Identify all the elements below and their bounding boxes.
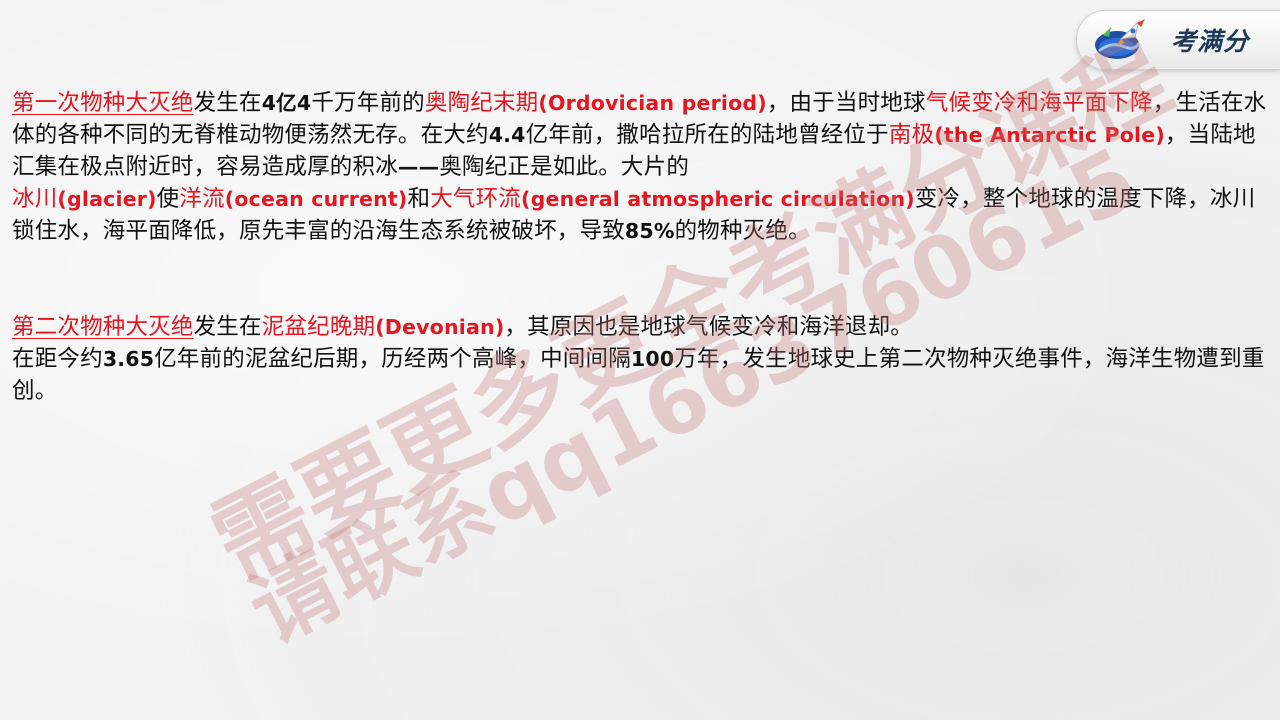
text-span: 使 [156,186,180,212]
term-glacier-en: (glacier) [57,187,157,211]
heading-second-extinction: 第二次物种大灭绝 [12,314,194,340]
text-span: 亿年前的泥盆纪后期，历经两个高峰，中间间隔 [154,346,631,372]
text-span: 奥陶纪正是如此。大片的 [439,154,690,180]
term-devonian: 泥盆纪晚期 [261,314,376,340]
text-span: 亿年前，撒哈拉所在的陆地曾经位于 [525,122,889,148]
dash-span: —— [397,155,440,179]
text-span: 发生在 [193,90,262,116]
term-glacier: 冰川 [12,186,58,212]
number-span: 4.4 [488,123,526,147]
brand-name: 考满分 [1171,27,1250,56]
text-span: 和 [407,186,431,212]
term-south-pole: 南极 [888,122,935,148]
brand-logo: 考满分 [1076,10,1280,70]
number-span: 100 [630,347,675,371]
paragraph-second-extinction: 第二次物种大灭绝发生在泥盆纪晚期(Devonian)，其原因也是地球气候变冷和海… [12,311,1274,407]
term-ordovician-en: (Ordovician period) [538,91,767,115]
text-span: ，由于当时地球 [766,90,926,116]
term-devonian-en: (Devonian) [375,315,505,339]
number-span: 85% [624,219,675,243]
heading-first-extinction: 第一次物种大灭绝 [12,90,194,116]
term-atmospheric-circulation: 大气环流 [430,186,522,212]
term-atmospheric-circulation-en: (general atmospheric circulation) [521,187,915,211]
text-span: 发生在 [193,314,262,340]
term-ocean-current: 洋流 [179,186,225,212]
text-span: 千万年前的 [311,90,425,116]
text-span: ，其原因也是地球气候变冷和海洋退却。 [504,314,913,340]
number-span: 4亿4 [261,91,312,115]
text-span: 的物种灭绝。 [674,218,811,244]
term-south-pole-en: (the Antarctic Pole) [934,123,1165,147]
article-body: 第一次物种大灭绝发生在4亿4千万年前的奥陶纪末期(Ordovician peri… [12,87,1274,407]
term-ocean-current-en: (ocean current) [224,187,408,211]
rocket-globe-icon [1095,19,1145,59]
text-span: 在距今约 [12,346,103,372]
number-span: 3.65 [102,347,155,371]
paragraph-first-extinction: 第一次物种大灭绝发生在4亿4千万年前的奥陶纪末期(Ordovician peri… [12,87,1274,247]
term-climate-cooling: 气候变冷和海平面下降 [925,90,1153,116]
term-ordovician: 奥陶纪末期 [424,90,539,116]
